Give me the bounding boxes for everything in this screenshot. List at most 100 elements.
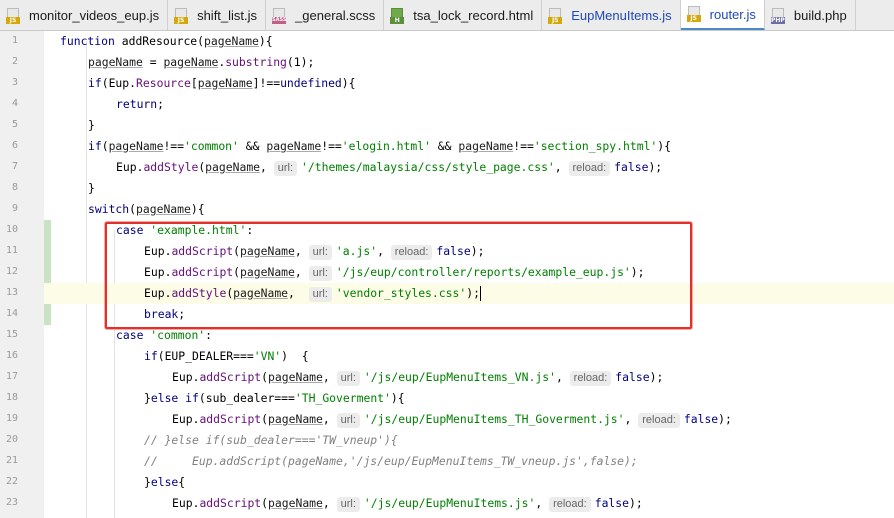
code-token: substring [225, 55, 287, 69]
code-token: , [260, 160, 274, 174]
code-token: ]!== [252, 76, 281, 90]
code-token: (EUP_DEALER=== [157, 349, 254, 363]
js-file-icon: JS [686, 6, 701, 22]
tab-router-js[interactable]: JS router.js [680, 0, 765, 30]
code-token: ); [648, 160, 663, 174]
code-line[interactable]: return; [60, 94, 164, 115]
code-token: false [594, 496, 630, 510]
tab--general-scss[interactable]: SASS _general.scss [266, 0, 385, 30]
code-line[interactable]: // Eup.addScript(pageName,'/js/eup/EupMe… [60, 451, 638, 472]
code-line[interactable]: pageName = pageName.substring(1); [60, 52, 314, 73]
code-token: , [322, 496, 337, 510]
code-token: '/js/eup/EupMenuItems.js' [363, 496, 536, 510]
code-token: ){ [390, 391, 405, 405]
code-token: , [555, 370, 570, 384]
parameter-hint: reload: [568, 161, 611, 176]
tab-shift-list-js[interactable]: JS shift_list.js [168, 0, 267, 30]
code-line[interactable]: }else if(sub_dealer==='TH_Goverment'){ [60, 388, 405, 409]
code-token: addScript [199, 496, 262, 510]
tab-label: EupMenuItems.js [571, 8, 672, 23]
line-number: 1 [11, 35, 18, 46]
parameter-hint: url: [273, 161, 298, 176]
code-token: ( [197, 34, 205, 48]
code-line[interactable]: // }else if(sub_dealer==='TW_vneup'){ [60, 430, 398, 451]
code-token: Eup. [172, 412, 200, 426]
code-token: function [60, 34, 122, 48]
parameter-hint: url: [336, 413, 360, 428]
line-number: 22 [5, 476, 18, 487]
tab-build-php[interactable]: PHP build.php [765, 0, 856, 30]
code-token: , [535, 496, 550, 510]
code-line[interactable]: if(pageName!=='common' && pageName!=='el… [60, 136, 671, 157]
code-token: } [144, 391, 151, 405]
vcs-change-marker[interactable] [44, 220, 51, 325]
code-line[interactable]: function addResource(pageName){ [60, 31, 273, 52]
code-token: pageName [88, 55, 143, 69]
tab-label: tsa_lock_record.html [413, 8, 534, 23]
code-line[interactable]: Eup.addScript(pageName, url: '/js/eup/Eup… [60, 493, 643, 514]
code-token: ( [261, 370, 269, 384]
code-token: , [322, 370, 337, 384]
code-token: 'common' [184, 139, 239, 153]
line-number: 21 [5, 455, 18, 466]
code-token: pageName [197, 76, 253, 90]
code-token: ; [157, 97, 165, 111]
tab-label: shift_list.js [197, 8, 258, 23]
code-token: ); [718, 412, 732, 426]
code-line[interactable]: if(Eup.Resource[pageName]!==undefined){ [60, 73, 356, 94]
code-line[interactable]: } [60, 178, 95, 199]
code-token: ( [101, 139, 109, 153]
line-number: 17 [5, 371, 18, 382]
code-line[interactable]: if(EUP_DEALER==='VN') { [60, 346, 309, 367]
parameter-hint: reload: [569, 371, 612, 386]
line-number: 8 [11, 182, 18, 193]
code-token: Eup. [116, 160, 144, 174]
line-number: 7 [11, 161, 18, 172]
parameter-hint: url: [336, 371, 360, 386]
code-token: 'elogin.html' [341, 139, 431, 153]
line-number: 18 [5, 392, 18, 403]
code-token: pageName [205, 160, 261, 174]
code-token: Eup. [172, 496, 200, 510]
code-token: // }else if(sub_dealer==='TW_vneup'){ [144, 433, 398, 447]
code-token: : [205, 328, 213, 342]
parameter-hint: reload: [638, 413, 680, 428]
code-token: pageName [268, 370, 323, 384]
code-token: !== [163, 139, 185, 153]
tab-eupmenuitems-js[interactable]: JS EupMenuItems.js [542, 0, 681, 30]
code-line[interactable]: switch(pageName){ [60, 199, 205, 220]
code-line[interactable]: Eup.addStyle(pageName, url: '/themes/mala… [60, 157, 662, 178]
code-token: 'VN' [253, 349, 282, 363]
code-token: pageName [108, 139, 164, 153]
code-token: , [554, 160, 569, 174]
tab-tsa-lock-record-html[interactable]: Htsa_lock_record.html [384, 0, 543, 30]
code-token: 'section_spy.html' [533, 139, 658, 153]
parameter-hint: url: [336, 497, 360, 512]
code-line[interactable]: }else{ [60, 472, 185, 493]
code-line[interactable]: Eup.addScript(pageName, url: '/js/eup/Eup… [60, 367, 663, 388]
tab-monitor-videos-eup-js[interactable]: JS monitor_videos_eup.js [0, 0, 169, 30]
code-token: addResource [121, 34, 198, 48]
line-number: 13 [5, 287, 18, 298]
code-token: ) { [281, 349, 309, 363]
line-number: 10 [5, 224, 18, 235]
code-token: ( [261, 412, 269, 426]
line-number-gutter: 1 2 3 4 5 6 7 8 9 10 11 12 13 14 15 16 17 18 19 20 21 22 23 [0, 31, 51, 518]
code-token: ); [649, 370, 664, 384]
code-token: false [615, 370, 650, 384]
line-number: 4 [11, 98, 18, 109]
code-line[interactable]: Eup.addScript(pageName, url: '/js/eup/Eup… [60, 409, 732, 430]
line-number: 6 [11, 140, 18, 151]
code-token: else [150, 475, 179, 489]
line-number: 12 [5, 266, 18, 277]
code-token: } [88, 181, 95, 195]
code-token: pageName [204, 34, 259, 48]
code-token: !== [513, 139, 534, 153]
code-token: ){ [258, 34, 273, 48]
code-line[interactable]: } [60, 115, 95, 136]
code-token: if [88, 139, 102, 153]
code-token: ){ [341, 76, 356, 90]
js-file-icon: JS [174, 7, 189, 24]
code-token: [ [190, 76, 198, 90]
code-token: Eup. [172, 370, 200, 384]
